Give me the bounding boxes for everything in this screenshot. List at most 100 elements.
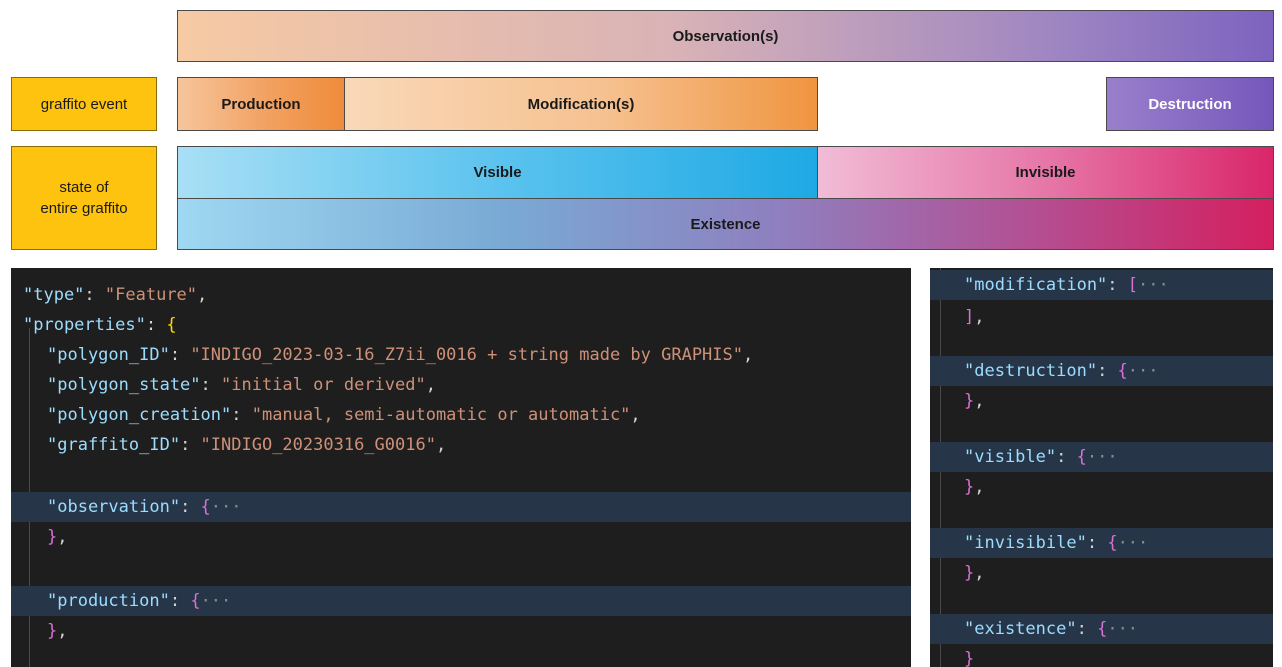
- code-key: "polygon_creation": [47, 405, 232, 425]
- code-key: "modification": [964, 275, 1108, 295]
- code-line-visible-close: },: [930, 472, 1273, 502]
- code-line-polygon-state: "polygon_state": "initial or derived",: [11, 370, 911, 400]
- visible-label: Visible: [473, 164, 522, 181]
- code-comma: ,: [630, 405, 641, 425]
- code-colon: :: [180, 497, 201, 517]
- code-key: "properties": [23, 315, 146, 335]
- code-colon: :: [1086, 533, 1108, 553]
- code-colon: :: [84, 285, 105, 305]
- code-line-observation-close: },: [11, 522, 911, 552]
- code-brace: {: [1107, 533, 1118, 553]
- code-string: "INDIGO_2023-03-16_Z7ii_0016 + string ma…: [190, 345, 743, 365]
- code-bracket: [: [1127, 275, 1139, 295]
- code-comma: ,: [974, 307, 985, 327]
- code-brace: }: [47, 527, 58, 547]
- code-colon: :: [200, 375, 222, 395]
- code-colon: :: [1056, 447, 1077, 467]
- code-brace: {: [1117, 361, 1128, 381]
- code-comma: ,: [197, 285, 208, 305]
- code-bracket: ]: [964, 307, 975, 327]
- code-line-existence[interactable]: "existence": {···: [930, 614, 1273, 644]
- graffito-event-label: graffito event: [11, 77, 157, 131]
- visible-bar: Visible: [177, 146, 818, 199]
- code-string: "initial or derived": [221, 375, 426, 395]
- observation-bar: Observation(s): [177, 10, 1274, 62]
- code-colon: :: [231, 405, 252, 425]
- code-brace: {: [1076, 447, 1087, 467]
- code-colon: :: [1076, 619, 1098, 639]
- code-line-modification-close: ],: [930, 302, 1273, 332]
- code-line-observation[interactable]: "observation": {···: [11, 492, 911, 522]
- production-bar: Production: [177, 77, 345, 131]
- code-comma: ,: [57, 527, 68, 547]
- code-key: "graffito_ID": [47, 435, 181, 455]
- observation-label: Observation(s): [672, 27, 779, 45]
- code-brace: }: [964, 563, 975, 583]
- code-string: "manual, semi-automatic or automatic": [251, 405, 631, 425]
- code-comma: ,: [974, 563, 985, 583]
- code-line-existence-close: }: [930, 644, 1273, 667]
- code-key: "observation": [47, 497, 181, 517]
- code-comma: ,: [57, 621, 68, 641]
- geojson-code-panel: "type": "Feature", "properties": { "poly…: [11, 268, 911, 667]
- destruction-bar: Destruction: [1106, 77, 1274, 131]
- code-comma: ,: [743, 345, 754, 365]
- code-line-destruction-close: },: [930, 386, 1273, 416]
- code-colon: :: [180, 435, 201, 455]
- collapsed-ellipsis-icon[interactable]: ···: [1138, 275, 1169, 295]
- modification-bar: Modification(s): [344, 77, 818, 131]
- code-colon: :: [1107, 275, 1128, 295]
- code-key: "visible": [964, 447, 1057, 467]
- code-line-visible[interactable]: "visible": {···: [930, 442, 1273, 472]
- code-key: "destruction": [964, 361, 1098, 381]
- code-line-production[interactable]: "production": {···: [11, 586, 911, 616]
- code-colon: :: [169, 591, 191, 611]
- existence-label: Existence: [690, 215, 761, 233]
- destruction-label: Destruction: [1148, 95, 1232, 113]
- code-brace: {: [166, 315, 177, 335]
- code-line-properties: "properties": {: [11, 310, 911, 340]
- code-key: "production": [47, 591, 170, 611]
- code-key: "polygon_state": [47, 375, 201, 395]
- collapsed-ellipsis-icon[interactable]: ···: [1118, 533, 1149, 553]
- code-comma: ,: [435, 435, 447, 455]
- code-comma: ,: [974, 391, 985, 411]
- collapsed-ellipsis-icon[interactable]: ···: [1128, 361, 1159, 381]
- code-line-modification[interactable]: "modification": [···: [930, 270, 1273, 300]
- code-string: "INDIGO_20230316_G0016": [200, 435, 436, 455]
- code-brace: }: [47, 621, 58, 641]
- code-colon: :: [169, 345, 191, 365]
- existence-bar: Existence: [177, 198, 1274, 250]
- code-key: "polygon_ID": [47, 345, 170, 365]
- invisible-bar: Invisible: [817, 146, 1274, 199]
- code-brace: }: [964, 477, 975, 497]
- code-line-graffito-id: "graffito_ID": "INDIGO_20230316_G0016",: [11, 430, 911, 460]
- collapsed-ellipsis-icon[interactable]: ···: [211, 497, 242, 517]
- production-label: Production: [221, 95, 301, 113]
- code-comma: ,: [425, 375, 436, 395]
- code-comma: ,: [974, 477, 985, 497]
- code-string: "Feature": [104, 285, 198, 305]
- code-line-polygon-id: "polygon_ID": "INDIGO_2023-03-16_Z7ii_00…: [11, 340, 911, 370]
- collapsed-ellipsis-icon[interactable]: ···: [1087, 447, 1118, 467]
- code-line-invisibile-close: },: [930, 558, 1273, 588]
- code-line-polygon-creation: "polygon_creation": "manual, semi-automa…: [11, 400, 911, 430]
- code-brace: }: [964, 391, 975, 411]
- code-line-invisibile[interactable]: "invisibile": {···: [930, 528, 1273, 558]
- invisible-label: Invisible: [1015, 164, 1076, 181]
- code-line-type: "type": "Feature",: [11, 280, 911, 310]
- state-label-line1: state of: [59, 179, 109, 196]
- code-colon: :: [145, 315, 167, 335]
- collapsed-ellipsis-icon[interactable]: ···: [201, 591, 232, 611]
- code-brace: {: [190, 591, 201, 611]
- code-brace: {: [1097, 619, 1108, 639]
- graffito-event-text: graffito event: [40, 95, 128, 113]
- collapsed-ellipsis-icon[interactable]: ···: [1107, 619, 1138, 639]
- modification-label: Modification(s): [527, 95, 635, 113]
- state-label-line2: entire graffito: [40, 200, 128, 217]
- code-key: "existence": [964, 619, 1077, 639]
- code-key: "invisibile": [964, 533, 1087, 553]
- code-line-destruction[interactable]: "destruction": {···: [930, 356, 1273, 386]
- code-brace: {: [200, 497, 211, 517]
- state-of-entire-graffito-label: state of entire graffito: [11, 146, 157, 250]
